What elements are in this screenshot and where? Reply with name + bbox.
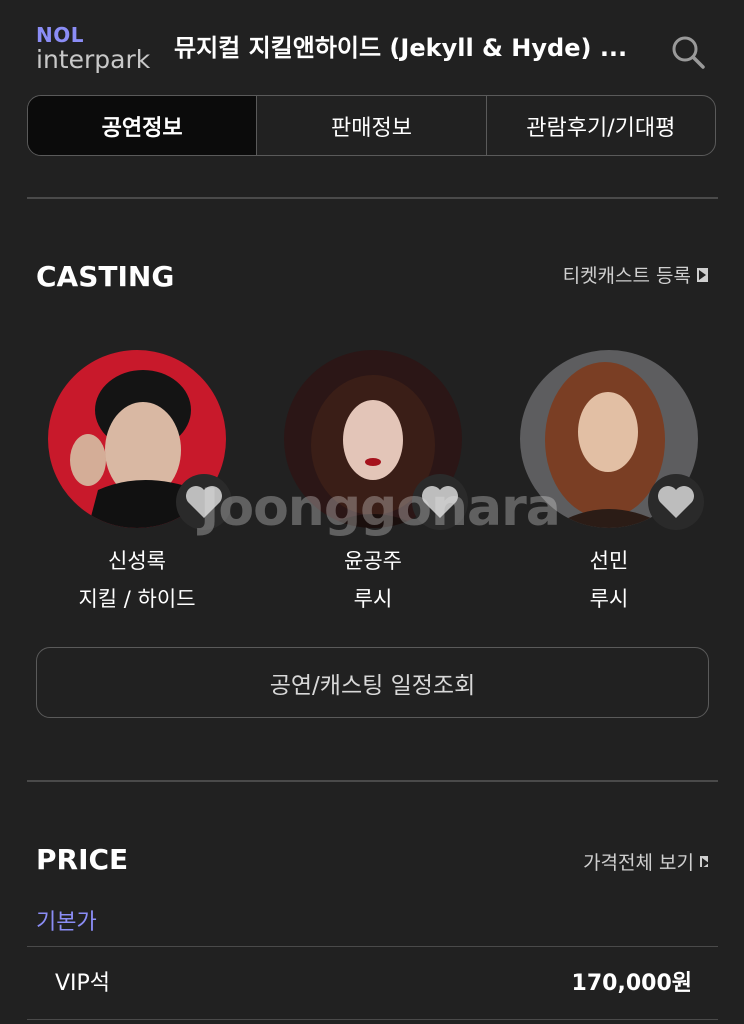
section-divider bbox=[27, 197, 718, 199]
seat-grade: VIP석 bbox=[55, 971, 111, 996]
cast-role: 루시 bbox=[353, 587, 393, 611]
cast-name: 신성록 bbox=[108, 549, 166, 573]
logo-interpark-text: interpark bbox=[36, 45, 151, 74]
app-header: NOL interpark 뮤지컬 지킬앤하이드 (Jekyll & Hyde)… bbox=[0, 0, 744, 96]
section-divider bbox=[27, 780, 718, 782]
arrow-right-icon bbox=[700, 856, 709, 868]
casting-title: CASTING bbox=[36, 260, 175, 293]
cast-role: 지킬 / 하이드 bbox=[78, 587, 196, 611]
search-button[interactable] bbox=[668, 32, 708, 72]
tab-reviews[interactable]: 관람후기/기대평 bbox=[485, 96, 715, 155]
logo-nol-text: NOL bbox=[36, 23, 84, 47]
arrow-right-icon bbox=[697, 267, 708, 282]
view-all-prices-link[interactable]: 가격전체 보기 bbox=[583, 848, 709, 875]
casting-schedule-button[interactable]: 공연/캐스팅 일정조회 bbox=[36, 647, 709, 718]
ticketcast-register-link[interactable]: 티켓캐스트 등록 bbox=[563, 261, 708, 288]
watermark-text: Joonggonara bbox=[200, 478, 561, 538]
seat-price: 170,000원 bbox=[571, 971, 692, 996]
tab-performance-info[interactable]: 공연정보 bbox=[28, 96, 257, 155]
view-all-prices-label: 가격전체 보기 bbox=[583, 852, 694, 874]
cast-role: 루시 bbox=[589, 587, 629, 611]
cast-name: 선민 bbox=[589, 549, 629, 573]
price-title: PRICE bbox=[36, 843, 129, 876]
info-tabs: 공연정보 판매정보 관람후기/기대평 bbox=[27, 95, 716, 156]
price-subtitle: 기본가 bbox=[36, 910, 97, 935]
ticketcast-register-label: 티켓캐스트 등록 bbox=[562, 265, 691, 287]
cast-name: 윤공주 bbox=[344, 549, 402, 573]
heart-icon[interactable] bbox=[648, 474, 704, 530]
search-icon bbox=[672, 36, 705, 69]
page-title: 뮤지컬 지킬앤하이드 (Jekyll & Hyde) ... bbox=[174, 34, 628, 62]
tab-sales-info[interactable]: 판매정보 bbox=[256, 96, 485, 155]
price-row: VIP석 170,000원 bbox=[27, 946, 718, 1020]
interpark-logo[interactable]: NOL interpark bbox=[36, 24, 166, 74]
